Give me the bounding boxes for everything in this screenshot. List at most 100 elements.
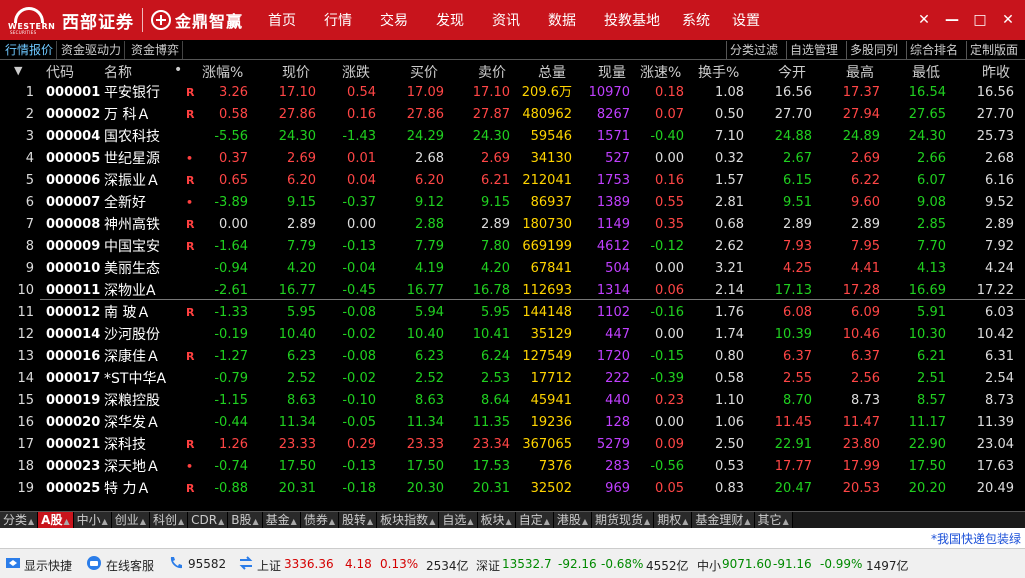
market-tab[interactable]: 期权▲ <box>654 512 693 529</box>
table-row[interactable]: 1 000001 平安银行 R 3.26 17.10 0.54 17.09 17.10 209.6… <box>0 82 1025 104</box>
stock-name: 全新好 <box>104 195 146 211</box>
menu-education[interactable]: 投教基地 <box>604 10 660 30</box>
col-name[interactable]: 名称 <box>104 62 132 82</box>
market-tab[interactable]: 股转▲ <box>339 512 378 529</box>
sme-index-amount: 1497亿 <box>866 559 909 573</box>
col-code[interactable]: 代码 <box>46 62 74 82</box>
table-row[interactable]: 13 000016 深康佳Ａ R -1.27 6.23 -0.08 6.23 6.24 12754… <box>0 346 1025 368</box>
market-tab[interactable]: 板块指数▲ <box>377 512 440 529</box>
market-tab[interactable]: 自定▲ <box>515 512 554 529</box>
btn-category-filter[interactable]: 分类过滤 <box>726 41 781 59</box>
sort-down-icon[interactable]: ▼ <box>14 64 22 77</box>
table-row[interactable]: 9 000010 美丽生态 -0.94 4.20 -0.04 4.19 4.20 67841 50… <box>0 258 1025 280</box>
table-row[interactable]: 17 000021 深科技 R 1.26 23.33 0.29 23.33 23.34 36706… <box>0 434 1025 456</box>
prev-close: 4.24 <box>985 261 1014 276</box>
market-tab[interactable]: 自选▲ <box>439 512 478 529</box>
table-row[interactable]: 3 000004 国农科技 -5.56 24.30 -1.43 24.29 24.30 5954… <box>0 126 1025 148</box>
btn-ranking[interactable]: 综合排名 <box>906 41 961 59</box>
table-row[interactable]: 4 000005 世纪星源 • 0.37 2.69 0.01 2.68 2.69 34130 527… <box>0 148 1025 170</box>
table-row[interactable]: 15 000019 深粮控股 -1.15 8.63 -0.10 8.63 8.64 45941 4… <box>0 390 1025 412</box>
market-tab[interactable]: 债券▲ <box>300 512 339 529</box>
market-tab[interactable]: 基金▲ <box>262 512 301 529</box>
turnover-rate: 2.81 <box>715 195 744 210</box>
market-tab[interactable]: 中小▲ <box>73 512 112 529</box>
customer-service-icon[interactable] <box>86 555 102 571</box>
col-low[interactable]: 最低 <box>912 62 940 82</box>
table-row[interactable]: 12 000014 沙河股份 -0.19 10.40 -0.02 10.40 10.41 351… <box>0 324 1025 346</box>
col-chg[interactable]: 涨跌 <box>342 62 370 82</box>
btn-multi-stock[interactable]: 多股同列 <box>846 41 901 59</box>
news-ticker-text[interactable]: *我国快递包装绿 <box>931 530 1021 547</box>
col-high[interactable]: 最高 <box>846 62 874 82</box>
table-row[interactable]: 19 000025 特 力Ａ R -0.88 20.31 -0.18 20.30 20.31 32… <box>0 478 1025 500</box>
open-price: 17.77 <box>774 459 812 474</box>
sh-index-value: 3336.36 <box>284 557 334 571</box>
prev-close: 25.73 <box>976 129 1014 144</box>
col-open[interactable]: 今开 <box>778 62 806 82</box>
col-now[interactable]: 现价 <box>282 62 310 82</box>
table-row[interactable]: 14 000017 *ST中华A -0.79 2.52 -0.02 2.52 2.53 1771… <box>0 368 1025 390</box>
sme-index-label[interactable]: 中小 <box>697 557 721 574</box>
table-row[interactable]: 18 000023 深天地Ａ • -0.74 17.50 -0.13 17.50 17.53 73… <box>0 456 1025 478</box>
market-tab[interactable]: 创业▲ <box>111 512 150 529</box>
prev-close: 6.16 <box>985 173 1014 188</box>
stock-name: 沙河股份 <box>104 327 160 343</box>
col-cur[interactable]: 现量 <box>598 62 626 82</box>
show-shortcut-link[interactable]: 显示快捷 <box>24 557 72 574</box>
tab-fund-game[interactable]: 资金博弈 <box>128 41 184 59</box>
sz-index-label[interactable]: 深证 <box>476 557 500 574</box>
change-amount: 0.01 <box>347 151 376 166</box>
btn-custom-layout[interactable]: 定制版面 <box>966 41 1021 59</box>
minimize-icon[interactable]: — <box>941 10 963 30</box>
shortcut-icon[interactable] <box>5 555 21 571</box>
table-row[interactable]: 11 000012 南 玻Ａ R -1.33 5.95 -0.08 5.94 5.95 14414… <box>0 302 1025 324</box>
col-sell[interactable]: 卖价 <box>478 62 506 82</box>
change-amount: 0.16 <box>347 107 376 122</box>
market-tab[interactable]: A股▲ <box>38 512 74 529</box>
market-tab[interactable]: 其它▲ <box>754 512 793 529</box>
menu-trade[interactable]: 交易 <box>380 10 408 30</box>
table-row[interactable]: 16 000020 深华发Ａ -0.44 11.34 -0.05 11.34 11.35 192… <box>0 412 1025 434</box>
menu-system[interactable]: 系统 <box>682 10 710 30</box>
btn-watchlist-manage[interactable]: 自选管理 <box>786 41 841 59</box>
menu-discover[interactable]: 发现 <box>436 10 464 30</box>
col-buy[interactable]: 买价 <box>410 62 438 82</box>
market-tab[interactable]: 港股▲ <box>553 512 593 529</box>
change-speed: -0.16 <box>650 305 684 320</box>
table-row[interactable]: 5 000006 深振业Ａ R 0.65 6.20 0.04 6.20 6.21 212041 17… <box>0 170 1025 192</box>
col-prev[interactable]: 昨收 <box>982 62 1010 82</box>
market-tab[interactable]: 基金理财▲ <box>692 512 755 529</box>
western-securities-brand[interactable]: WESTERN SECURITIES 西部证券 <box>0 0 138 40</box>
table-row[interactable]: 8 000009 中国宝安 R -1.64 7.79 -0.13 7.79 7.80 669199… <box>0 236 1025 258</box>
col-turn[interactable]: 换手% <box>698 62 739 82</box>
close-window-icon[interactable]: ✕ <box>997 10 1019 30</box>
tab-quotes[interactable]: 行情报价 <box>2 41 58 59</box>
market-tab[interactable]: 期货现货▲ <box>592 512 655 529</box>
market-tab[interactable]: 分类▲ <box>0 512 39 529</box>
market-tab[interactable]: 科创▲ <box>149 512 189 529</box>
market-tab[interactable]: B股▲ <box>228 512 263 529</box>
table-row[interactable]: 7 000008 神州高铁 R 0.00 2.89 0.00 2.88 2.89 180730 11… <box>0 214 1025 236</box>
col-spd[interactable]: 涨速% <box>640 62 681 82</box>
maximize-icon[interactable]: □ <box>969 10 991 30</box>
market-tab[interactable]: CDR▲ <box>188 512 229 529</box>
change-amount: -0.02 <box>342 327 376 342</box>
menu-settings[interactable]: 设置 <box>732 10 760 30</box>
close-panel-icon[interactable]: ✕ <box>913 10 935 30</box>
menu-market[interactable]: 行情 <box>324 10 352 30</box>
current-volume: 128 <box>605 415 630 430</box>
menu-home[interactable]: 首页 <box>268 10 296 30</box>
sh-index-label[interactable]: 上证 <box>257 557 281 574</box>
col-pct[interactable]: 涨幅% <box>202 62 243 82</box>
menu-news[interactable]: 资讯 <box>492 10 520 30</box>
current-volume: 447 <box>605 327 630 342</box>
online-service-link[interactable]: 在线客服 <box>106 557 154 574</box>
tab-fund-drive[interactable]: 资金驱动力 <box>58 41 126 59</box>
table-row[interactable]: 6 000007 全新好 • -3.89 9.15 -0.37 9.12 9.15 86937 13… <box>0 192 1025 214</box>
market-tab[interactable]: 板块▲ <box>477 512 516 529</box>
current-price: 8.63 <box>287 393 316 408</box>
margin-flag: • <box>186 152 194 165</box>
menu-data[interactable]: 数据 <box>548 10 576 30</box>
table-row[interactable]: 2 000002 万 科Ａ R 0.58 27.86 0.16 27.86 27.87 48096… <box>0 104 1025 126</box>
col-vol[interactable]: 总量 <box>538 62 566 82</box>
